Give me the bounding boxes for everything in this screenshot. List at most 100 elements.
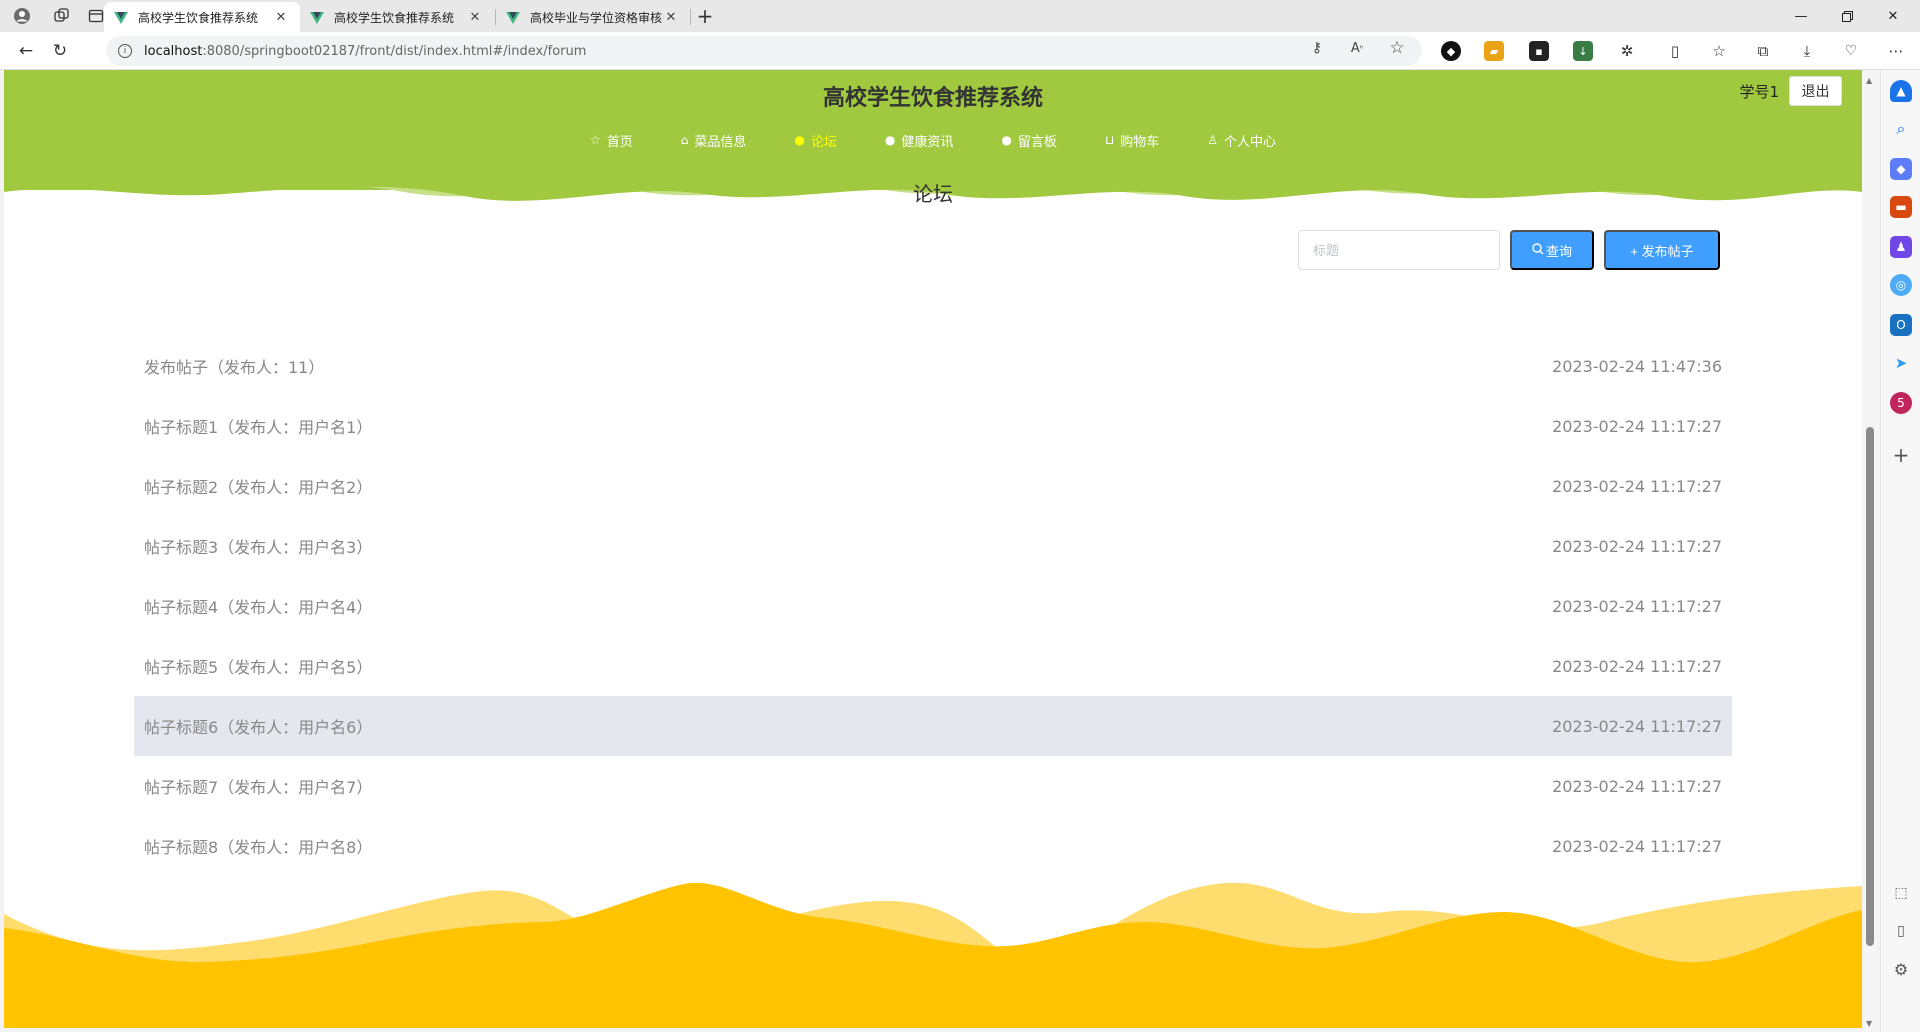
username: 学号1 [1739,82,1779,101]
post-time: 2023-02-24 11:17:27 [1552,776,1722,796]
post-time: 2023-02-24 11:17:27 [1552,596,1722,616]
post-title: 帖子标题4（发布人：用户名4） [144,598,373,617]
games-chess-icon[interactable]: ♟ [1890,236,1912,258]
post-row[interactable]: 发布帖子（发布人：11） 2023-02-24 11:47:36 [134,336,1732,396]
copilot-icon[interactable]: ◎ [1890,274,1912,296]
tab-2[interactable]: 高校毕业与学位资格审核系统 ✕ [496,2,690,32]
scroll-down-icon[interactable]: ▼ [1866,1019,1872,1028]
post-title: 帖子标题3（发布人：用户名3） [144,538,373,557]
back-icon[interactable]: ← [14,39,38,63]
cart-icon: ⊔ [1104,133,1115,147]
nav-label: 个人中心 [1224,134,1277,150]
vue-logo-icon [506,10,520,24]
user-area: 学号1 退出 [1739,76,1842,106]
post-time: 2023-02-24 11:17:27 [1552,656,1722,676]
page-scrollbar[interactable]: ▲ ▼ [1862,70,1878,1032]
nav-label: 留言板 [1017,134,1057,150]
page-viewport: 高校学生饮食推荐系统 学号1 退出 ☆ 首页 ⌂ 菜品信息 ● 论坛 ● 健康资讯 ● 留… [4,70,1862,1028]
collections-icon[interactable]: ⧉ [1753,41,1773,61]
publish-post-button[interactable]: + 发布帖子 [1604,230,1720,270]
key-icon[interactable]: ⚷ [1306,37,1328,59]
info-circle-icon: ● [1001,133,1012,147]
tab-0[interactable]: 高校学生饮食推荐系统 ✕ [104,2,300,32]
nav-item-forum[interactable]: ● 论坛 [770,128,861,152]
nav-label: 菜品信息 [694,134,747,150]
info-icon[interactable]: i [118,44,132,58]
search-button[interactable]: 查询 [1510,230,1594,270]
nav-item-health-news[interactable]: ● 健康资讯 [861,128,978,152]
close-icon[interactable]: ✕ [466,10,484,25]
shopping-tag-icon[interactable]: ◆ [1890,158,1912,180]
post-title: 帖子标题2（发布人：用户名2） [144,478,373,497]
add-sidebar-icon[interactable]: + [1890,443,1912,467]
post-row[interactable]: 帖子标题6（发布人：用户名6） 2023-02-24 11:17:27 [134,696,1732,756]
minimize-icon[interactable]: — [1778,0,1824,32]
nav-item-message-board[interactable]: ● 留言板 [977,128,1081,152]
footer-wave [4,882,1862,1028]
refresh-icon[interactable]: ↻ [48,39,72,63]
nav-item-home[interactable]: ☆ 首页 [566,128,657,152]
nav-item-profile[interactable]: ♙ 个人中心 [1183,128,1300,152]
post-row[interactable]: 帖子标题5（发布人：用户名5） 2023-02-24 11:17:27 [134,636,1732,696]
nav-item-cart[interactable]: ⊔ 购物车 [1081,128,1183,152]
settings-gear-icon[interactable]: ⚙ [1890,958,1912,980]
nav-label: 健康资讯 [901,134,954,150]
extension-glasses-icon[interactable]: ▪ [1529,41,1549,61]
url-path: :8080/springboot02187/front/dist/index.h… [202,43,587,59]
close-window-icon[interactable]: ✕ [1870,0,1916,32]
nav-label: 论坛 [810,134,837,150]
url-field[interactable]: i localhost:8080/springboot02187/front/d… [106,36,1422,66]
extension-shield-icon[interactable]: ◆ [1441,41,1461,61]
post-row[interactable]: 帖子标题2（发布人：用户名2） 2023-02-24 11:17:27 [134,456,1732,516]
post-row[interactable]: 帖子标题4（发布人：用户名4） 2023-02-24 11:17:27 [134,576,1732,636]
more-menu-icon[interactable]: ⋯ [1886,41,1906,61]
scroll-thumb[interactable] [1866,427,1874,946]
post-row[interactable]: 帖子标题7（发布人：用户名7） 2023-02-24 11:17:27 [134,756,1732,816]
performance-icon[interactable]: ♡ [1841,41,1861,61]
outlook-icon[interactable]: O [1890,314,1912,336]
favorites-icon[interactable]: ☆ [1709,41,1729,61]
post-time: 2023-02-24 11:17:27 [1552,716,1722,736]
post-row[interactable]: 帖子标题3（发布人：用户名3） 2023-02-24 11:17:27 [134,516,1732,576]
nav-label: 首页 [606,134,633,150]
close-icon[interactable]: ✕ [662,10,680,25]
tab-1[interactable]: 高校学生饮食推荐系统 ✕ [300,2,494,32]
scroll-up-icon[interactable]: ▲ [1866,76,1872,85]
screenshot-icon[interactable]: ⬚ [1890,882,1912,904]
downloads-icon[interactable]: ⤓ [1797,41,1817,61]
post-time: 2023-02-24 11:17:27 [1552,536,1722,556]
extension-folder-icon[interactable]: ▰ [1484,41,1504,61]
read-aloud-icon[interactable]: Aʰ [1346,37,1368,59]
tab-title: 高校学生饮食推荐系统 [334,10,455,25]
extension-download-icon[interactable]: ↓ [1573,41,1593,61]
tools-briefcase-icon[interactable]: ▬ [1890,196,1912,218]
post-time: 2023-02-24 11:47:36 [1552,356,1722,376]
tab-title: 高校学生饮食推荐系统 [138,10,259,25]
extensions-puzzle-icon[interactable]: ✲ [1617,41,1637,61]
send-paper-plane-icon[interactable]: ➤ [1890,352,1912,374]
user-icon: ♙ [1207,133,1219,147]
search-input[interactable] [1298,230,1500,270]
nav-item-dishes[interactable]: ⌂ 菜品信息 [657,128,771,152]
post-title: 帖子标题7（发布人：用户名7） [144,778,373,797]
sidebar-toggle-icon[interactable]: ▯ [1890,920,1912,942]
site-title: 高校学生饮食推荐系统 [822,86,1043,111]
search-icon[interactable]: ⌕ [1890,118,1912,140]
edge-sidebar: ▲ ⌕ ◆ ▬ ♟ ◎ O ➤ 5 + ⬚ ▯ ⚙ [1880,70,1920,1032]
bag-icon: ⌂ [680,133,689,147]
split-screen-icon[interactable]: ▯ [1665,41,1685,61]
vue-logo-icon [114,10,128,24]
notification-bell-icon[interactable]: ▲ [1890,80,1912,102]
workspaces-icon[interactable] [50,4,74,28]
favorite-star-icon[interactable]: ☆ [1386,37,1408,59]
close-icon[interactable]: ✕ [272,10,290,25]
extension-5-icon[interactable]: 5 [1890,392,1912,414]
profile-icon[interactable] [10,4,34,28]
new-tab-icon[interactable]: + [693,4,717,28]
search-button-label: 查询 [1545,243,1572,259]
restore-icon[interactable] [1824,0,1870,32]
logout-button[interactable]: 退出 [1789,76,1842,106]
post-row[interactable]: 帖子标题8（发布人：用户名8） 2023-02-24 11:17:27 [134,816,1732,876]
browser-tab-bar: 高校学生饮食推荐系统 ✕ 高校学生饮食推荐系统 ✕ 高校毕业与学位资格审核系统 … [0,0,1920,32]
post-row[interactable]: 帖子标题1（发布人：用户名1） 2023-02-24 11:17:27 [134,396,1732,456]
